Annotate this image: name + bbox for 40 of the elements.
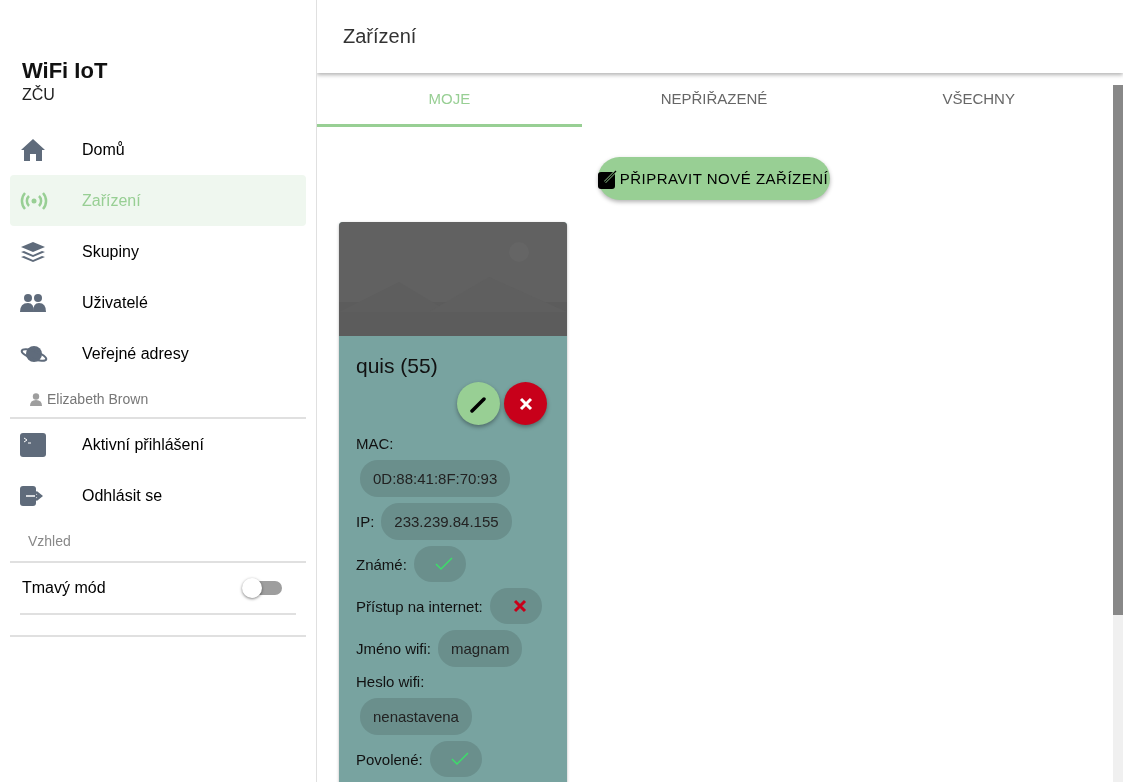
pencil-icon — [469, 394, 488, 413]
field-label: Známé: — [356, 555, 407, 573]
scrollbar[interactable] — [1113, 85, 1123, 782]
edit-button[interactable] — [457, 382, 500, 425]
value-chip: nenastavena — [360, 698, 472, 735]
close-icon — [518, 396, 533, 411]
person-icon — [30, 392, 42, 406]
nav-item[interactable]: Skupiny — [10, 226, 306, 277]
app-subtitle: ZČU — [22, 86, 56, 104]
users-icon — [20, 292, 46, 313]
value-chip: 233.239.84.155 — [381, 503, 512, 540]
field-label: Jméno wifi: — [356, 640, 432, 657]
value-chip: magnam — [438, 630, 523, 667]
logout-icon — [20, 485, 44, 506]
device-name: quis (55) — [356, 354, 439, 378]
tab[interactable]: VŠECHNY — [846, 73, 1111, 127]
nav-item[interactable]: Aktivní přihlášení — [10, 419, 306, 470]
nav-item[interactable]: Uživatelé — [10, 277, 306, 328]
home-icon — [20, 137, 46, 162]
page-title: Zařízení — [343, 25, 417, 48]
nav-item[interactable]: Domů — [10, 124, 306, 175]
dark-mode-label: Tmavý mód — [22, 579, 106, 597]
terminal-icon — [20, 432, 46, 457]
tab[interactable]: NEPŘIŘAZENÉ — [581, 73, 847, 127]
field-label: Heslo wifi: — [356, 673, 425, 690]
nav-item[interactable]: Veřejné adresy — [10, 328, 306, 379]
field-label: Přístup na internet: — [356, 597, 483, 615]
app-title: WiFi IoT — [22, 58, 109, 84]
field-label: MAC: — [356, 435, 394, 452]
new-device-button[interactable]: PŘIPRAVIT NOVÉ ZAŘÍZENÍ — [597, 157, 831, 200]
edit-icon — [597, 168, 618, 189]
nav-item[interactable]: Odhlásit se — [10, 470, 306, 521]
section-heading: Vzhled — [27, 532, 72, 551]
signal-icon — [20, 190, 48, 211]
delete-button[interactable] — [504, 382, 547, 425]
field-label: Povolené: — [356, 750, 423, 768]
value-chip: 0D:88:41:8F:70:93 — [360, 460, 511, 497]
field-label: IP: — [356, 513, 375, 530]
layers-icon — [20, 240, 46, 263]
user-name: Elizabeth Brown — [47, 391, 149, 407]
